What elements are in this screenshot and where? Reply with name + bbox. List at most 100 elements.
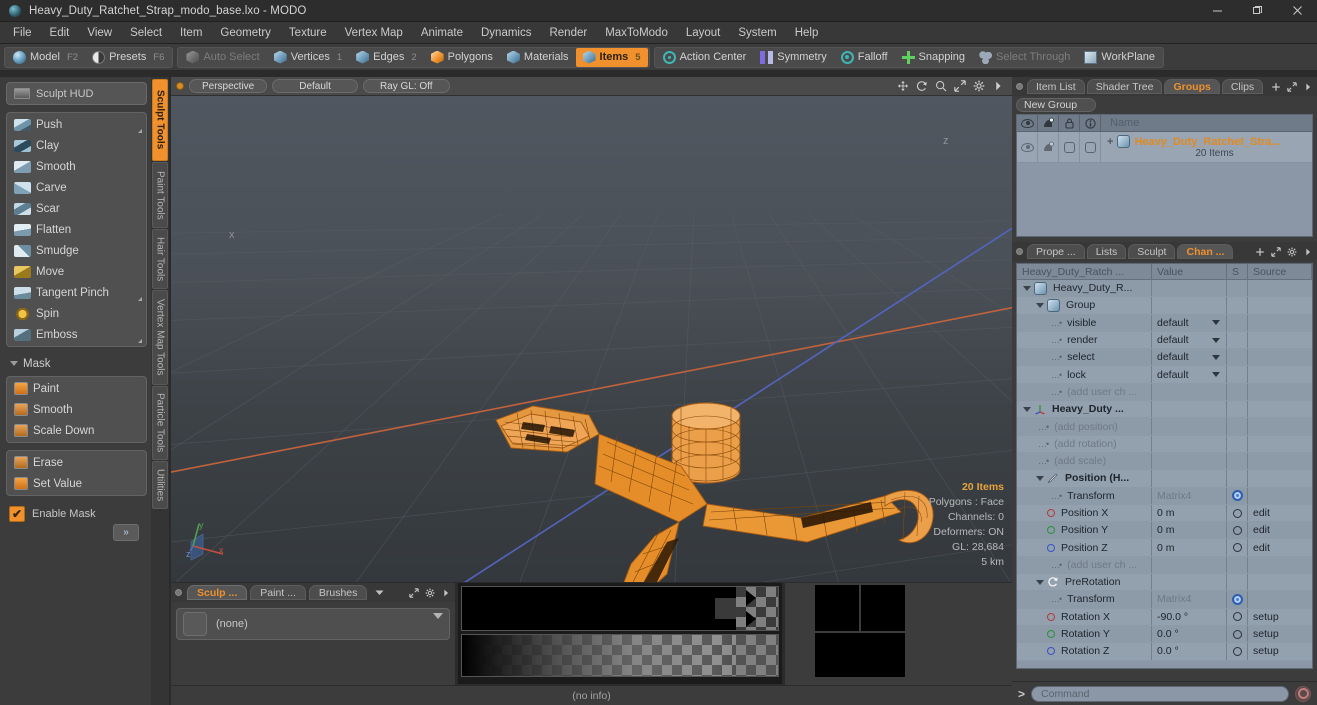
tool-scar[interactable]: Scar <box>8 198 145 219</box>
enable-mask-row[interactable]: ✔ Enable Mask <box>6 503 147 525</box>
chevron-down-icon[interactable] <box>1212 320 1220 326</box>
channel-s-cell[interactable] <box>1227 366 1248 383</box>
group-list[interactable]: Name + Heavy_Duty_Ratchet_Stra... 20 Ite… <box>1016 114 1313 237</box>
menu-select[interactable]: Select <box>121 25 171 41</box>
sculpt-hud-button[interactable]: Sculpt HUD <box>6 82 147 105</box>
chevron-down-icon[interactable] <box>1212 337 1220 343</box>
symmetry-button[interactable]: Symmetry <box>753 48 834 67</box>
sidetab-vertex-map-tools[interactable]: Vertex Map Tools <box>152 290 168 385</box>
menu-file[interactable]: File <box>4 25 41 41</box>
minimize-button[interactable] <box>1197 0 1237 21</box>
channel-value-cell[interactable] <box>1152 470 1227 487</box>
channel-s-cell[interactable] <box>1227 383 1248 401</box>
channel-row[interactable]: …• select default <box>1017 349 1312 367</box>
mode-polygons-button[interactable]: Polygons <box>424 48 500 67</box>
action-center-button[interactable]: Action Center <box>656 48 754 67</box>
tab-clips[interactable]: Clips <box>1221 79 1264 94</box>
channel-value-cell[interactable] <box>1152 401 1227 418</box>
sidetab-hair-tools[interactable]: Hair Tools <box>152 229 168 289</box>
channel-value-cell[interactable] <box>1152 435 1227 452</box>
chevron-down-icon[interactable] <box>1212 354 1220 360</box>
gear-icon[interactable] <box>973 80 985 92</box>
menu-texture[interactable]: Texture <box>280 25 336 41</box>
radio-off-icon[interactable] <box>1232 508 1242 518</box>
channel-value-cell[interactable]: 0 m <box>1152 522 1227 539</box>
channel-value-cell[interactable]: 0 m <box>1152 539 1227 556</box>
channel-row[interactable]: Position X 0 m edit <box>1017 504 1312 523</box>
channel-value-cell[interactable]: -90.0 ° <box>1152 608 1227 625</box>
mask-erase[interactable]: Erase <box>8 452 145 473</box>
radio-on-icon[interactable] <box>1231 593 1243 605</box>
expand-icon[interactable] <box>1271 246 1281 257</box>
viewport-3d[interactable]: z x x y z 20 Items Polygons: Face Chann… <box>171 96 1012 582</box>
channel-row[interactable]: PreRotation <box>1017 574 1312 592</box>
menu-vertex-map[interactable]: Vertex Map <box>336 25 412 41</box>
channel-s-cell[interactable] <box>1227 643 1248 660</box>
sidetab-utilities[interactable]: Utilities <box>152 461 168 509</box>
menu-geometry[interactable]: Geometry <box>211 25 280 41</box>
mask-paint[interactable]: Paint <box>8 378 145 399</box>
channel-row[interactable]: Position (H... <box>1017 470 1312 488</box>
maximize-button[interactable] <box>1237 0 1277 21</box>
mask-set-value[interactable]: Set Value <box>8 473 145 494</box>
plus-icon[interactable] <box>1255 247 1265 257</box>
tool-smooth[interactable]: Smooth <box>8 156 145 177</box>
sidetab-paint-tools[interactable]: Paint Tools <box>152 162 168 228</box>
checkbox-empty-icon[interactable] <box>1084 141 1096 153</box>
row-info-cell[interactable] <box>1080 132 1101 162</box>
channel-row[interactable]: Heavy_Duty_R... <box>1017 280 1312 298</box>
mode-model-button[interactable]: Model F2 <box>6 48 85 67</box>
record-icon[interactable] <box>1295 685 1311 702</box>
viewport-shading-button[interactable]: Default <box>272 79 358 93</box>
checkbox-empty-icon[interactable] <box>1063 141 1075 153</box>
tool-flatten[interactable]: Flatten <box>8 219 145 240</box>
mask-smooth[interactable]: Smooth <box>8 399 145 420</box>
twisty-open-icon[interactable] <box>1023 406 1031 412</box>
channel-s-cell[interactable] <box>1227 574 1248 591</box>
radio-on-icon[interactable] <box>1231 490 1243 502</box>
menu-edit[interactable]: Edit <box>41 25 79 41</box>
row-visibility-cell[interactable] <box>1017 132 1038 162</box>
channels-table[interactable]: Heavy_Duty_Ratch ... Value S Source Heav… <box>1016 263 1313 669</box>
tool-carve[interactable]: Carve <box>8 177 145 198</box>
channel-s-cell[interactable] <box>1227 522 1248 539</box>
channel-s-cell[interactable] <box>1227 401 1248 418</box>
checkbox-checked-icon[interactable]: ✔ <box>9 506 25 522</box>
chevron-right-icon[interactable] <box>1303 247 1313 257</box>
tab-properties[interactable]: Prope ... <box>1027 244 1085 259</box>
channel-s-cell[interactable] <box>1227 349 1248 366</box>
channel-s-cell[interactable] <box>1227 418 1248 435</box>
mode-presets-button[interactable]: Presets F6 <box>85 48 171 67</box>
channel-row[interactable]: Rotation Z 0.0 ° setup <box>1017 643 1312 661</box>
channel-value-cell[interactable]: default <box>1152 331 1227 349</box>
channel-row[interactable]: Heavy_Duty ... <box>1017 401 1312 419</box>
channel-row[interactable]: …• visible default <box>1017 314 1312 332</box>
mask-section-header[interactable]: Mask <box>6 354 147 373</box>
mode-vertices-button[interactable]: Vertices 1 <box>267 48 349 67</box>
tool-clay[interactable]: Clay <box>8 135 145 156</box>
channel-s-cell[interactable] <box>1227 435 1248 452</box>
channel-row[interactable]: …• (add user ch ... <box>1017 383 1312 402</box>
workplane-button[interactable]: WorkPlane <box>1077 48 1162 67</box>
zoom-icon[interactable] <box>935 80 947 92</box>
close-button[interactable] <box>1277 0 1317 21</box>
channel-value-cell[interactable] <box>1152 418 1227 435</box>
menu-render[interactable]: Render <box>540 25 596 41</box>
gear-icon[interactable] <box>1287 247 1297 257</box>
channel-row[interactable]: …• lock default <box>1017 366 1312 384</box>
twisty-open-icon[interactable] <box>1036 579 1044 585</box>
channel-value-cell[interactable]: 0.0 ° <box>1152 625 1227 643</box>
tool-smudge[interactable]: Smudge <box>8 240 145 261</box>
plus-icon[interactable] <box>1271 82 1281 92</box>
channel-value-cell[interactable] <box>1152 280 1227 297</box>
channel-s-cell[interactable] <box>1227 539 1248 556</box>
tool-move[interactable]: Move <box>8 261 145 282</box>
radio-off-icon[interactable] <box>1232 612 1242 622</box>
channel-value-cell[interactable]: 0 m <box>1152 504 1227 522</box>
channel-row[interactable]: …• (add rotation) <box>1017 435 1312 453</box>
twisty-open-icon[interactable] <box>1036 302 1044 308</box>
channel-value-cell[interactable] <box>1152 297 1227 314</box>
channel-value-cell[interactable]: default <box>1152 314 1227 331</box>
chevron-right-icon[interactable] <box>1303 82 1313 92</box>
radio-off-icon[interactable] <box>1232 629 1242 639</box>
